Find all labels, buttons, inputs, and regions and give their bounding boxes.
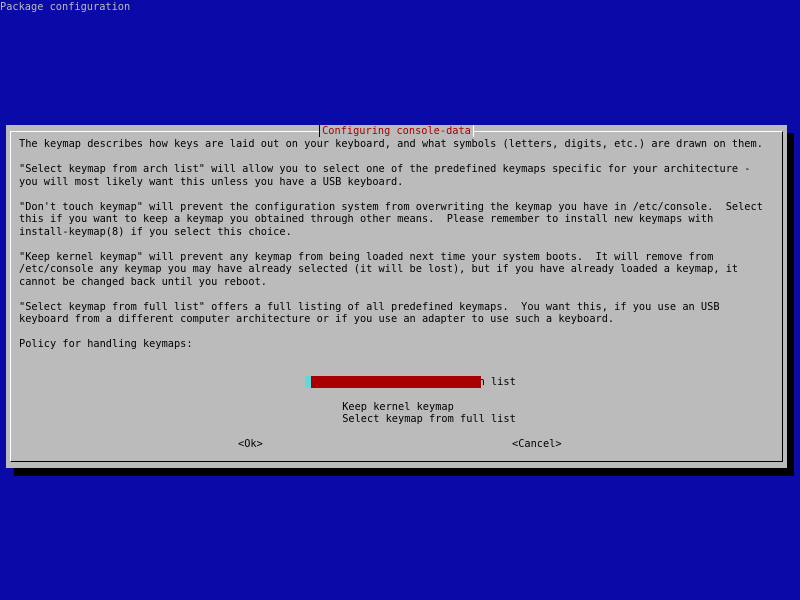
description-paragraph: The keymap describes how keys are laid o…	[19, 138, 763, 150]
ok-button[interactable]: <Ok>	[238, 438, 263, 451]
configuration-dialog: Configuring console-data The keymap desc…	[6, 125, 787, 468]
description-paragraph: "Keep kernel keymap" will prevent any ke…	[19, 250, 739, 288]
choice-label: Select keymap from full list	[342, 413, 516, 425]
policy-prompt: Policy for handling keymaps:	[19, 338, 193, 350]
screen-title: Package configuration	[0, 1, 131, 13]
keymap-policy-list: Select keymap from arch list Don't touch…	[305, 363, 516, 425]
cancel-button[interactable]: <Cancel>	[512, 438, 562, 451]
choice-select-from-full-list[interactable]: Select keymap from full list	[305, 401, 516, 425]
dialog-description: The keymap describes how keys are laid o…	[19, 138, 779, 363]
description-paragraph: "Don't touch keymap" will prevent the co…	[19, 200, 763, 238]
choice-dont-touch-keymap[interactable]: Don't touch keymap	[305, 375, 481, 413]
description-paragraph: "Select keymap from arch list" will allo…	[19, 163, 751, 188]
text-cursor	[305, 375, 312, 388]
description-paragraph: "Select keymap from full list" offers a …	[19, 300, 720, 326]
choice-keep-kernel-keymap[interactable]: Keep kernel keymap	[305, 388, 481, 413]
choice-select-from-arch-list[interactable]: Select keymap from arch list	[305, 363, 516, 388]
